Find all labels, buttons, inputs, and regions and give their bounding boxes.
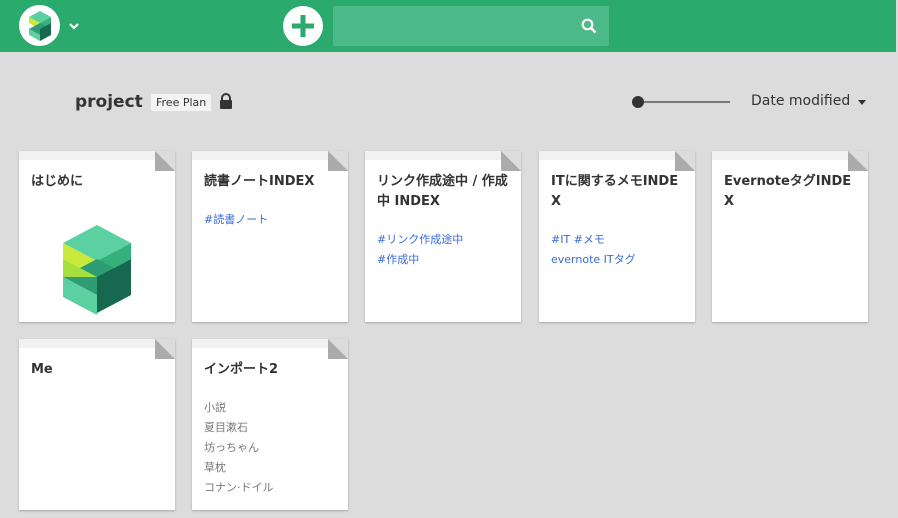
sort-dropdown[interactable]: Date modified <box>751 93 867 109</box>
card-text-line: 小説 <box>204 401 226 414</box>
plus-icon <box>292 15 314 37</box>
page-card[interactable]: Me <box>19 339 175 510</box>
page-card[interactable]: はじめに <box>19 151 175 322</box>
sort-label: Date modified <box>751 93 851 109</box>
scrapbox-logo-icon <box>28 10 51 41</box>
card-tag-link[interactable]: evernote ITタグ <box>551 250 683 270</box>
search-icon[interactable] <box>581 18 597 34</box>
card-text-line: 夏目漱石 <box>204 421 248 434</box>
search-input[interactable] <box>333 6 587 46</box>
card-tag-link[interactable]: #作成中 <box>377 250 509 270</box>
card-title: はじめに <box>31 174 84 189</box>
page-card[interactable]: EvernoteタグINDEX <box>712 151 868 322</box>
slider-handle[interactable] <box>632 96 644 108</box>
caret-down-icon <box>858 99 867 105</box>
card-title: 読書ノートINDEX <box>204 174 315 189</box>
slider-track[interactable] <box>638 101 730 103</box>
card-tag-link[interactable]: #IT #メモ <box>551 230 683 250</box>
card-title: EvernoteタグINDEX <box>724 174 852 209</box>
card-title: Me <box>31 362 53 377</box>
card-tag-link[interactable]: #リンク作成途中 <box>377 230 509 250</box>
card-text-line: 坊っちゃん <box>204 441 259 454</box>
card-title: リンク作成途中 / 作成中 INDEX <box>377 174 508 209</box>
chevron-down-icon[interactable] <box>67 19 81 33</box>
scrapbox-logo-image <box>63 225 131 315</box>
card-text-line: コナン·ドイル <box>204 481 274 494</box>
project-title[interactable]: project <box>75 92 143 112</box>
page-card[interactable]: リンク作成途中 / 作成中 INDEX #リンク作成途中 #作成中 <box>365 151 521 322</box>
page-card[interactable]: インポート2 小説 夏目漱石 坊っちゃん 草枕 コナン·ドイル <box>192 339 348 510</box>
card-title: インポート2 <box>204 362 279 377</box>
card-title: ITに関するメモINDEX <box>551 174 679 209</box>
card-text-line: 草枕 <box>204 461 226 474</box>
lock-icon <box>220 93 232 109</box>
plan-badge: Free Plan <box>150 93 213 112</box>
new-page-button[interactable] <box>283 6 323 46</box>
page-card[interactable]: ITに関するメモINDEX #IT #メモ evernote ITタグ <box>539 151 695 322</box>
search-box <box>333 6 609 46</box>
app-header <box>0 0 896 52</box>
card-size-slider[interactable] <box>632 95 732 109</box>
card-tag-link[interactable]: #読書ノート <box>204 210 336 230</box>
app-logo-button[interactable] <box>19 5 60 46</box>
page-card[interactable]: 読書ノートINDEX #読書ノート <box>192 151 348 322</box>
